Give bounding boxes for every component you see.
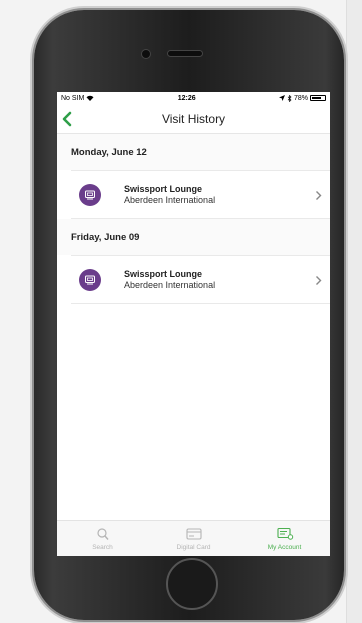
lounge-name: Swissport Lounge: [124, 268, 203, 279]
tab-digital-card[interactable]: Digital Card: [154, 527, 234, 551]
tab-label: Search: [92, 543, 113, 551]
lounge-airport: Aberdeen International: [124, 194, 216, 205]
chevron-right-icon: [316, 276, 322, 285]
date-header: Friday, June 09: [57, 219, 330, 255]
home-button[interactable]: [166, 558, 218, 610]
list-item[interactable]: Swissport Lounge Aberdeen International: [71, 170, 330, 219]
navigation-bar: Visit History: [57, 104, 330, 134]
lounge-icon: [79, 268, 101, 291]
front-camera: [142, 50, 150, 58]
tab-label: My Account: [267, 543, 302, 551]
wifi-icon: [86, 95, 94, 101]
card-icon: [185, 527, 202, 540]
list-item[interactable]: Swissport Lounge Aberdeen International: [71, 255, 330, 304]
tab-bar: Search Digital Card My Account: [57, 520, 330, 556]
lounge-airport: Aberdeen International: [124, 279, 216, 290]
search-icon: [96, 527, 109, 540]
battery-icon: [309, 95, 326, 101]
visit-group-0: Monday, June 12 Swissport Lounge Aberdee…: [57, 134, 330, 219]
account-icon: [276, 527, 293, 540]
chevron-right-icon: [316, 191, 322, 200]
lounge-name: Swissport Lounge: [124, 183, 203, 194]
chevron-left-icon[interactable]: [60, 111, 74, 127]
carrier-label: No SIM: [61, 94, 85, 102]
lounge-icon: [79, 183, 101, 206]
status-time: 12:26: [177, 94, 196, 102]
date-header: Monday, June 12: [57, 134, 330, 170]
power-button: [344, 130, 348, 174]
page-title: Visit History: [161, 111, 226, 126]
tab-label: Digital Card: [176, 543, 211, 551]
app-screen: No SIM 12:26 78% Visit History Monday, J…: [57, 92, 330, 556]
earpiece-speaker: [168, 51, 202, 56]
tab-search[interactable]: Search: [63, 527, 143, 551]
battery-percent: 78%: [293, 94, 308, 102]
bluetooth-icon: [287, 94, 292, 102]
tab-my-account[interactable]: My Account: [245, 527, 325, 551]
location-icon: [278, 95, 285, 101]
visit-group-1: Friday, June 09 Swissport Lounge Aberdee…: [57, 219, 330, 304]
page-background-edge: [346, 0, 362, 623]
status-bar: No SIM 12:26 78%: [57, 92, 330, 104]
